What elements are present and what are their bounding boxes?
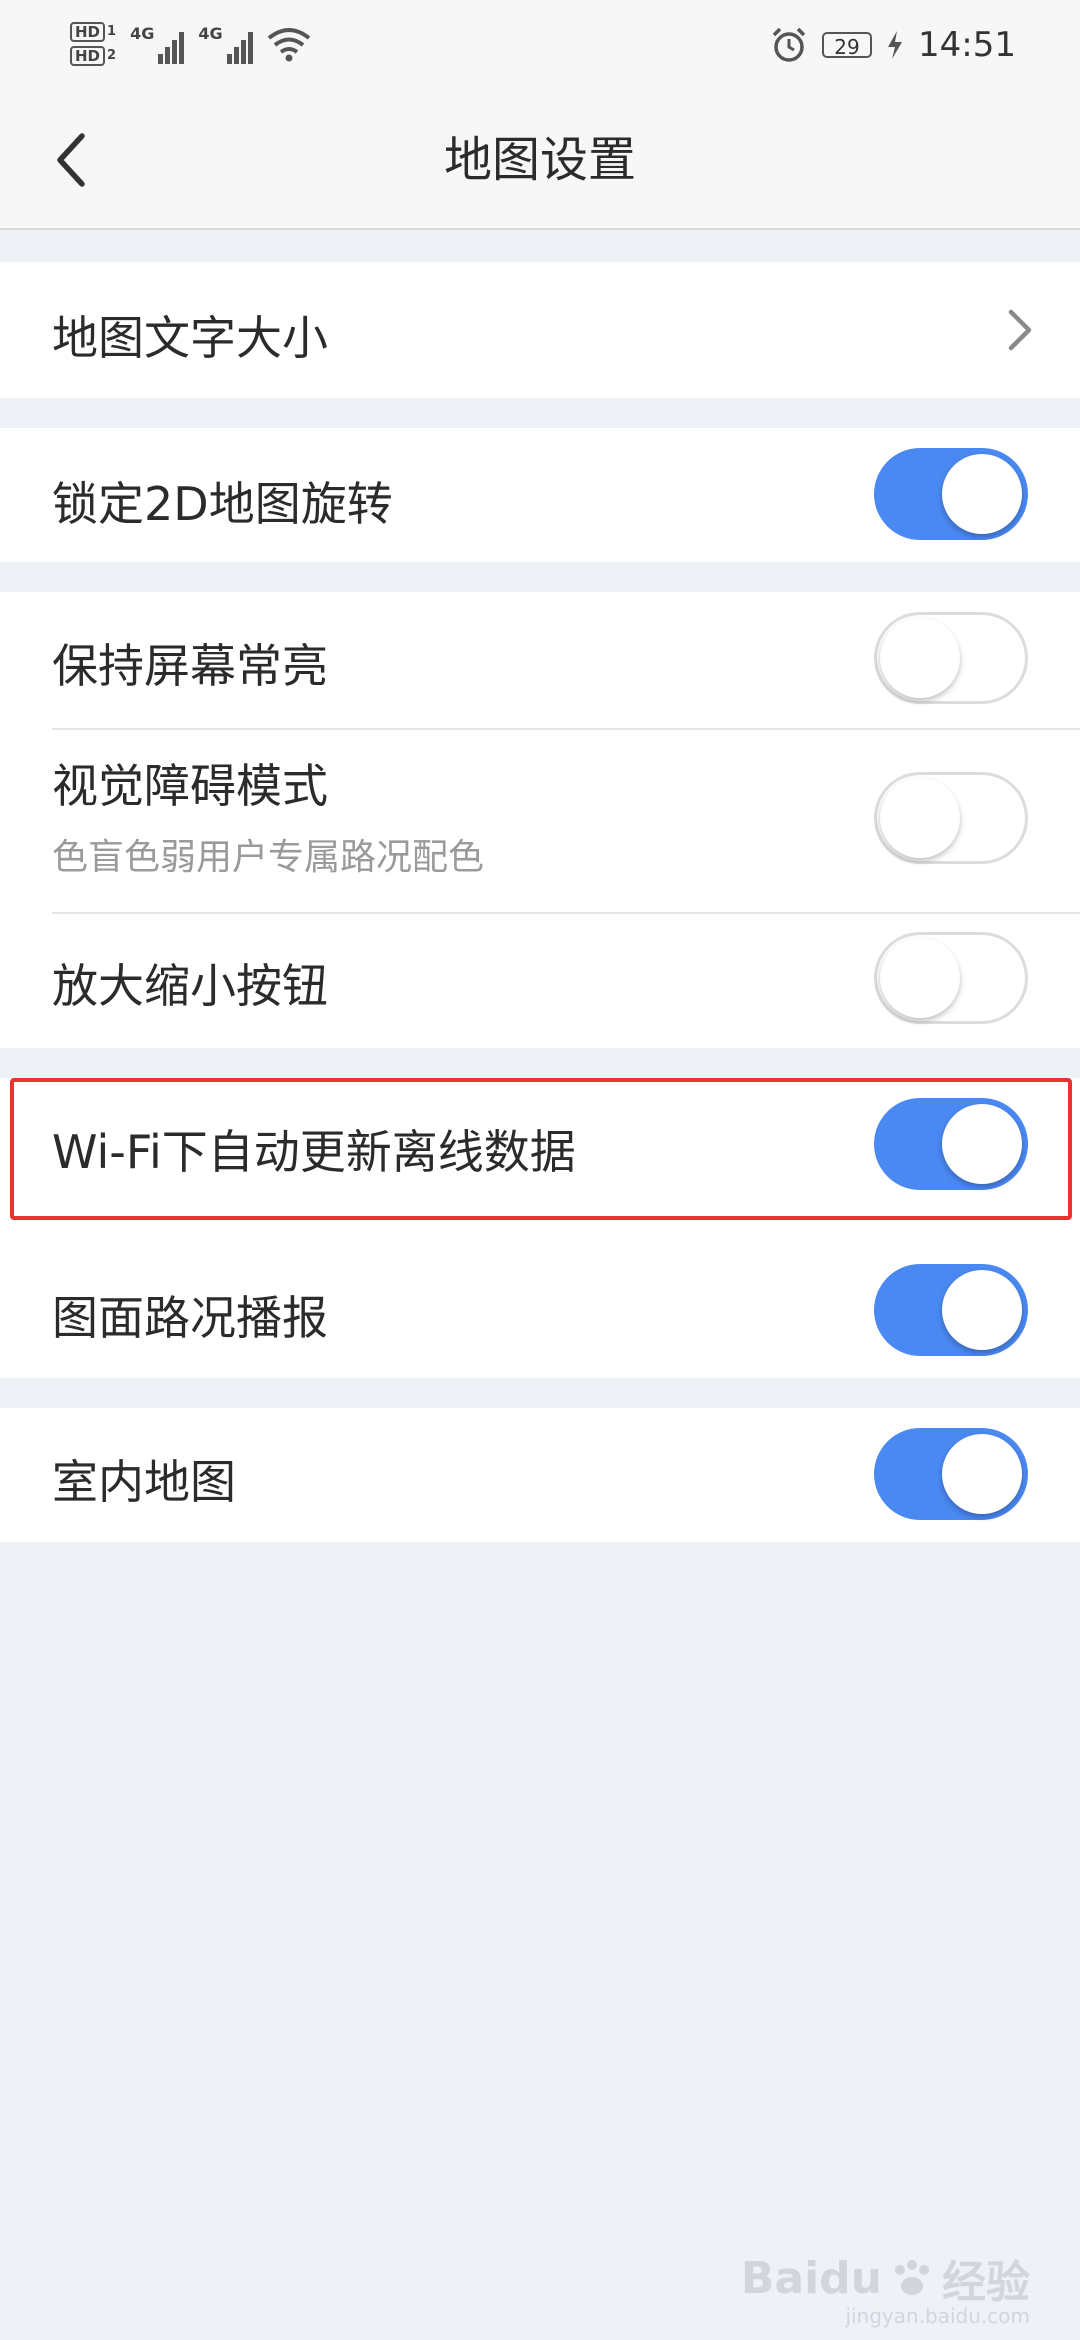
settings-group-traffic: 图面路况播报	[0, 1244, 1080, 1378]
sim1-index: 1	[107, 24, 117, 39]
sim2-badge: HD 2	[70, 46, 116, 66]
toggle-knob	[880, 618, 960, 698]
row-indoor-map: 室内地图	[0, 1408, 1080, 1542]
row-lock-2d-rotation: 锁定2D地图旋转	[0, 428, 1080, 562]
row-label: 保持屏幕常亮	[52, 639, 328, 693]
row-zoom-buttons: 放大缩小按钮	[0, 914, 1080, 1048]
settings-group-text-size: 地图文字大小	[0, 262, 1080, 398]
row-traffic-broadcast: 图面路况播报	[0, 1244, 1080, 1378]
settings-group-display: 保持屏幕常亮 视觉障碍模式 色盲色弱用户专属路况配色 放大缩小按钮	[0, 592, 1080, 1048]
row-wifi-auto-update: Wi-Fi下自动更新离线数据	[0, 1078, 1080, 1244]
toggle-knob	[880, 938, 960, 1018]
alarm-icon	[772, 27, 806, 62]
network-type-1: 4G	[130, 24, 155, 43]
row-keep-screen-on: 保持屏幕常亮	[0, 592, 1080, 728]
back-button[interactable]	[30, 120, 110, 200]
sim1-hd-label: HD	[70, 22, 106, 42]
watermark-site: jingyan.baidu.com	[845, 2304, 1030, 2328]
toggle-knob	[942, 1434, 1022, 1514]
settings-group-offline-data: Wi-Fi下自动更新离线数据	[0, 1078, 1080, 1244]
header-bar: 地图设置	[0, 90, 1080, 230]
visual-impairment-mode-toggle[interactable]	[874, 772, 1028, 864]
row-map-text-size[interactable]: 地图文字大小	[0, 262, 1080, 398]
row-label: 地图文字大小	[52, 311, 328, 365]
settings-group-rotation: 锁定2D地图旋转	[0, 428, 1080, 562]
network-type-2: 4G	[198, 24, 223, 43]
keep-screen-on-toggle[interactable]	[874, 612, 1028, 704]
lock-2d-rotation-toggle[interactable]	[874, 448, 1028, 540]
row-label: 锁定2D地图旋转	[52, 477, 393, 531]
signal-icon-2: 4G	[198, 24, 253, 64]
indoor-map-toggle[interactable]	[874, 1428, 1028, 1520]
toggle-knob	[942, 1104, 1022, 1184]
traffic-broadcast-toggle[interactable]	[874, 1264, 1028, 1356]
toggle-knob	[942, 454, 1022, 534]
status-time: 14:51	[918, 25, 1016, 65]
watermark-suffix: 经验	[942, 2257, 1030, 2308]
status-bar: HD 1 HD 2 4G 4G 29 14:51	[0, 0, 1080, 90]
chevron-left-icon	[57, 133, 85, 187]
row-label: 图面路况播报	[52, 1291, 328, 1345]
baidu-watermark: Baidu 经验 jingyan.baidu.com	[740, 2246, 1030, 2329]
page-title: 地图设置	[443, 132, 636, 188]
sim2-index: 2	[107, 48, 117, 63]
paw-icon	[895, 2260, 929, 2295]
zoom-buttons-toggle[interactable]	[874, 932, 1028, 1024]
row-description: 色盲色弱用户专属路况配色	[52, 837, 485, 878]
charging-icon	[888, 31, 903, 59]
status-left: HD 1 HD 2 4G 4G	[70, 14, 311, 74]
status-right: 29 14:51	[770, 18, 1016, 72]
signal-icon: 4G	[130, 24, 185, 64]
row-label: Wi-Fi下自动更新离线数据	[52, 1125, 576, 1179]
battery-level: 29	[834, 35, 860, 59]
wifi-icon	[267, 28, 310, 62]
row-visual-impairment-mode: 视觉障碍模式 色盲色弱用户专属路况配色	[0, 730, 1080, 912]
sim2-hd-label: HD	[70, 46, 106, 66]
chevron-right-icon	[1000, 300, 1040, 360]
row-label: 室内地图	[52, 1455, 236, 1509]
sim-indicators: HD 1 HD 2	[70, 22, 116, 66]
settings-group-indoor: 室内地图	[0, 1408, 1080, 1542]
sim1-badge: HD 1	[70, 22, 116, 42]
row-label: 放大缩小按钮	[52, 959, 328, 1013]
toggle-knob	[880, 778, 960, 858]
row-label: 视觉障碍模式	[52, 759, 328, 813]
watermark-brand: Baidu	[740, 2252, 882, 2304]
wifi-auto-update-toggle[interactable]	[874, 1098, 1028, 1190]
toggle-knob	[942, 1270, 1022, 1350]
battery-icon: 29	[822, 32, 873, 59]
